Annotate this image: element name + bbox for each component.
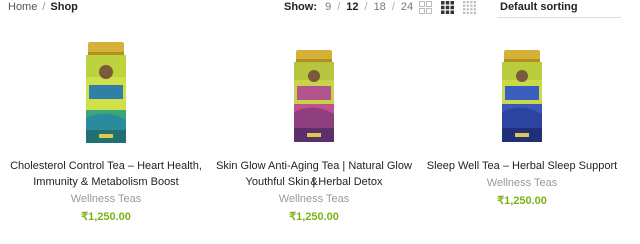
sort-select[interactable]: Default sorting (497, 0, 621, 18)
breadcrumb-separator: / (42, 1, 46, 13)
product-title-line-1[interactable]: Cholesterol Control Tea – Heart Health, (3, 158, 209, 174)
show-option-18[interactable]: 18 (374, 1, 386, 13)
product-price: ₹1,250.00 (497, 195, 547, 207)
product-category[interactable]: Wellness Teas (211, 193, 417, 205)
product-title-line-2[interactable]: Immunity & Metabolism Boost (3, 174, 209, 190)
product-title-line-1[interactable]: Sleep Well Tea – Herbal Sleep Support (419, 158, 625, 174)
product-price: ₹1,250.00 (81, 211, 131, 223)
grid-2-icon[interactable] (419, 1, 432, 14)
grid-3-icon[interactable] (441, 1, 454, 14)
product-image[interactable] (3, 40, 209, 146)
product-category[interactable]: Wellness Teas (3, 193, 209, 205)
breadcrumb-current: Shop (50, 1, 78, 13)
show-option-24[interactable]: 24 (401, 1, 413, 13)
grid-4-icon[interactable] (463, 1, 476, 14)
product-image[interactable] (419, 40, 625, 146)
show-option-12[interactable]: 12 (346, 1, 358, 13)
breadcrumb-home-link[interactable]: Home (8, 1, 37, 13)
product-price: ₹1,250.00 (289, 211, 339, 223)
show-label: Show: (284, 1, 317, 13)
show-option-9[interactable]: 9 (325, 1, 331, 13)
breadcrumb: Home / Shop (8, 1, 78, 13)
product-title-line-2[interactable]: Youthful Skin | Herbal Detox (211, 174, 417, 190)
product-image[interactable] (211, 40, 417, 146)
product-category[interactable]: Wellness Teas (419, 177, 625, 189)
shop-toolbar: Home / Shop Show: 9/12/18/24 Default sorti… (0, 0, 640, 18)
products-per-page: Show: 9/12/18/24 (284, 1, 414, 13)
